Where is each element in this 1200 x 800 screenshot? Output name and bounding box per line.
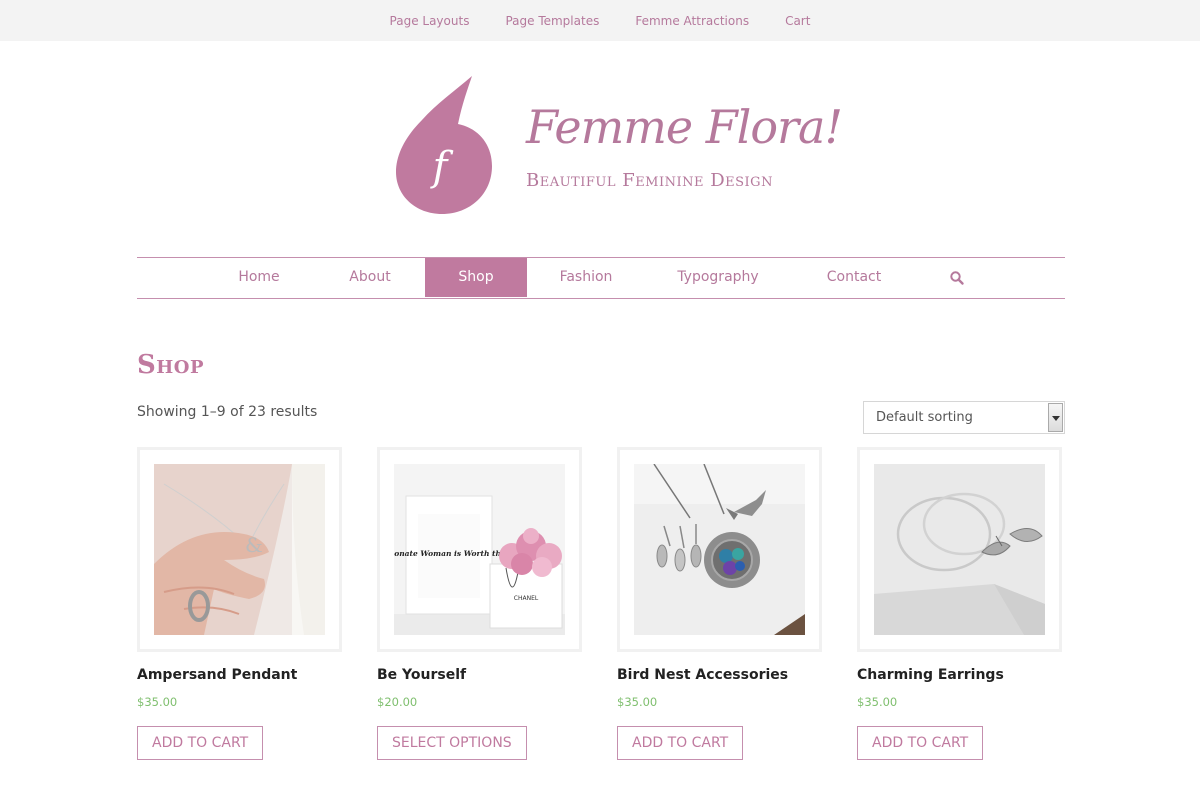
product-image[interactable] bbox=[874, 464, 1045, 635]
product-price: $35.00 bbox=[857, 695, 898, 709]
product-name[interactable]: Charming Earrings bbox=[857, 667, 1004, 683]
product-image[interactable]: & bbox=[154, 464, 325, 635]
product-price: $35.00 bbox=[617, 695, 658, 709]
product-name[interactable]: Be Yourself bbox=[377, 667, 466, 683]
sorting-selected-value: Default sorting bbox=[876, 410, 973, 425]
search-icon[interactable] bbox=[949, 270, 965, 286]
nav-home[interactable]: Home bbox=[229, 258, 289, 297]
bag-text: CHANEL bbox=[514, 595, 539, 602]
sorting-select[interactable]: Default sorting bbox=[863, 401, 1065, 434]
top-nav-page-templates[interactable]: Page Templates bbox=[505, 14, 599, 28]
site-tagline: Beautiful Feminine Design bbox=[526, 170, 773, 191]
nav-contact[interactable]: Contact bbox=[819, 258, 889, 297]
product-image[interactable]: A Passionate Woman is Worth the Chaos CH… bbox=[394, 464, 565, 635]
nav-typography[interactable]: Typography bbox=[673, 258, 763, 297]
product-image-frame: & bbox=[137, 447, 342, 652]
page-title: Shop bbox=[137, 350, 204, 380]
top-nav: Page Layouts Page Templates Femme Attrac… bbox=[0, 0, 1200, 41]
product-name[interactable]: Ampersand Pendant bbox=[137, 667, 297, 683]
top-nav-cart[interactable]: Cart bbox=[785, 14, 810, 28]
nav-about[interactable]: About bbox=[337, 258, 403, 297]
product-image-frame bbox=[857, 447, 1062, 652]
top-nav-page-layouts[interactable]: Page Layouts bbox=[390, 14, 470, 28]
nav-fashion[interactable]: Fashion bbox=[549, 258, 623, 297]
top-nav-femme-attractions[interactable]: Femme Attractions bbox=[635, 14, 749, 28]
product-price: $35.00 bbox=[137, 695, 178, 709]
product-price: $20.00 bbox=[377, 695, 418, 709]
product-image-frame: A Passionate Woman is Worth the Chaos CH… bbox=[377, 447, 582, 652]
add-to-cart-button[interactable]: ADD TO CART bbox=[857, 726, 984, 760]
product-image[interactable] bbox=[634, 464, 805, 635]
main-nav: Home About Shop Fashion Typography Conta… bbox=[137, 257, 1065, 299]
chevron-down-icon[interactable] bbox=[1048, 403, 1063, 432]
add-to-cart-button[interactable]: ADD TO CART bbox=[137, 726, 264, 760]
logo[interactable]: f bbox=[396, 76, 492, 214]
top-bar: Page Layouts Page Templates Femme Attrac… bbox=[0, 0, 1200, 41]
select-options-button[interactable]: SELECT OPTIONS bbox=[377, 726, 527, 760]
site-title[interactable]: Femme Flora! bbox=[526, 100, 843, 154]
result-count: Showing 1–9 of 23 results bbox=[137, 404, 318, 420]
product-name[interactable]: Bird Nest Accessories bbox=[617, 667, 788, 683]
nav-shop[interactable]: Shop bbox=[425, 258, 527, 297]
add-to-cart-button[interactable]: ADD TO CART bbox=[617, 726, 744, 760]
svg-text:&: & bbox=[245, 533, 263, 557]
product-image-frame bbox=[617, 447, 822, 652]
